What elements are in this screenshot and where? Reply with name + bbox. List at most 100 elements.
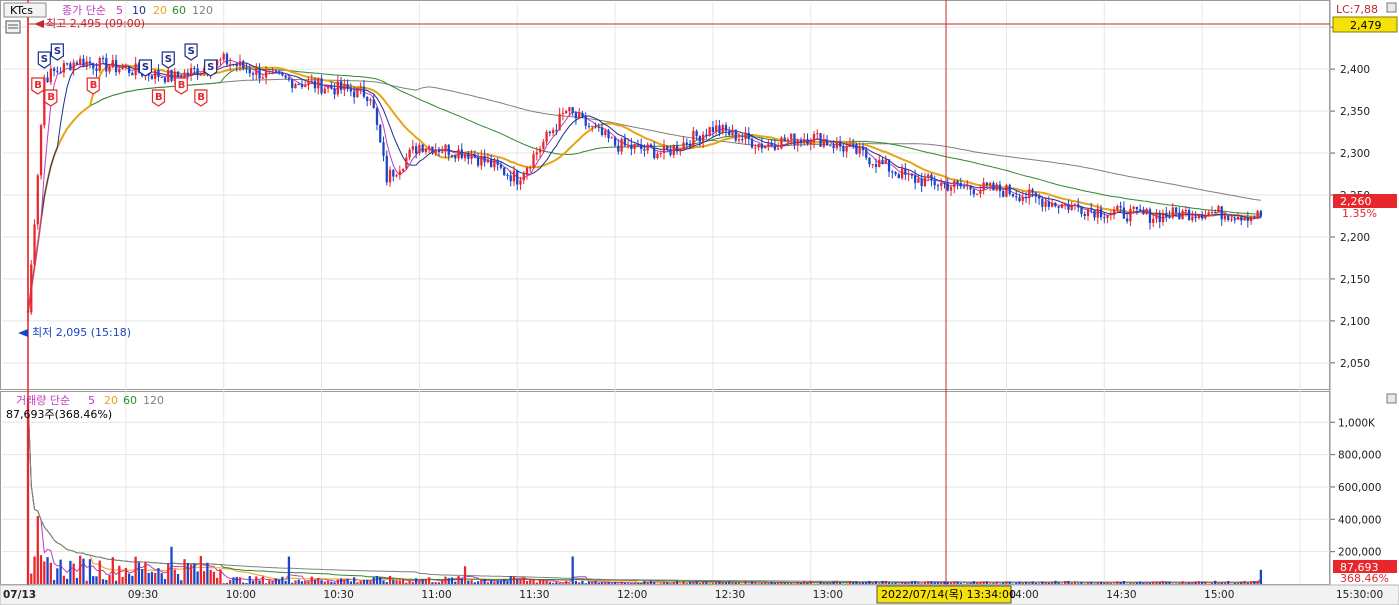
- candle-body: [424, 149, 428, 152]
- candle-body: [962, 186, 966, 188]
- volume-bar: [643, 580, 646, 584]
- volume-bar: [385, 582, 388, 584]
- volume-bar: [995, 581, 998, 584]
- candle-body: [30, 264, 33, 313]
- candle-body: [150, 75, 154, 79]
- candle-body: [525, 167, 529, 175]
- candle-body: [969, 185, 972, 190]
- volume-bar: [326, 580, 330, 584]
- volume-bar: [548, 582, 551, 584]
- candle-body: [401, 168, 405, 172]
- candle-body: [1204, 215, 1207, 219]
- candle-body: [382, 142, 385, 156]
- volume-bar: [630, 583, 633, 584]
- volume-bar: [812, 583, 816, 584]
- candle-body: [545, 131, 548, 142]
- candle-body: [1008, 184, 1011, 194]
- current-price-value: 2,479: [1350, 19, 1382, 32]
- candle-body: [881, 159, 884, 164]
- buy-signal-icon: B: [151, 89, 166, 107]
- candle-body: [372, 99, 375, 108]
- candle-body: [353, 91, 356, 98]
- candle-body: [1011, 193, 1015, 197]
- volume-bar: [607, 581, 610, 584]
- candle-body: [1005, 184, 1008, 197]
- candle-body: [310, 80, 313, 82]
- volume-bar: [705, 581, 708, 584]
- calendar-icon[interactable]: [5, 20, 21, 34]
- candle-body: [845, 146, 848, 152]
- volume-bar: [206, 562, 209, 584]
- volume-bar: [33, 556, 36, 584]
- candle-body: [85, 61, 88, 68]
- candle-body: [985, 182, 989, 186]
- volume-bar: [1220, 582, 1223, 584]
- volume-bar: [1236, 582, 1240, 584]
- candle-body: [777, 148, 780, 150]
- candle-body: [855, 144, 858, 154]
- volume-bar: [1096, 582, 1099, 584]
- candle-body: [874, 164, 878, 167]
- candle-body: [940, 182, 943, 186]
- candle-body: [1096, 208, 1099, 218]
- volume-bar: [189, 564, 193, 584]
- candle-body: [936, 185, 940, 187]
- volume-bar: [688, 581, 692, 584]
- candle-body: [649, 144, 653, 148]
- volume-bar: [167, 563, 170, 584]
- candle-body: [1256, 210, 1259, 219]
- candle-body: [623, 138, 627, 146]
- candle-body: [72, 62, 75, 71]
- volume-bar: [1204, 582, 1207, 584]
- time-tick-label: 07/13: [3, 589, 36, 601]
- candle-body: [385, 155, 388, 183]
- volume-bar: [418, 580, 421, 584]
- volume-bar: [633, 582, 636, 584]
- candle-body: [803, 139, 806, 143]
- candle-body: [920, 178, 923, 187]
- candle-body: [1109, 213, 1112, 216]
- volume-bar: [366, 579, 369, 584]
- candle-body: [578, 112, 581, 119]
- candle-body: [1236, 216, 1240, 220]
- candle-body: [1165, 213, 1168, 217]
- candle-body: [160, 76, 163, 78]
- volume-bar: [757, 583, 760, 584]
- volume-bar: [1187, 582, 1191, 584]
- candle-body: [790, 133, 793, 140]
- volume-bar: [1243, 580, 1246, 584]
- volume-bar: [268, 580, 271, 584]
- volume-bar: [1054, 580, 1057, 584]
- volume-bar: [1197, 581, 1201, 584]
- candle-body: [392, 169, 395, 177]
- price-tick-label: 2,300: [1340, 148, 1370, 160]
- candle-body: [56, 71, 59, 73]
- candle-body: [92, 63, 95, 69]
- volume-bar: [483, 578, 486, 584]
- volume-bar: [783, 582, 786, 584]
- time-tick-label: 15:30:00: [1336, 589, 1383, 601]
- volume-ma-5: 5: [88, 394, 95, 407]
- candle-body: [1086, 209, 1090, 216]
- volume-bar: [584, 583, 587, 584]
- volume-bar: [1041, 581, 1044, 584]
- volume-bar: [1148, 582, 1152, 584]
- volume-bar: [989, 583, 992, 584]
- volume-bar: [682, 581, 685, 584]
- candle-body: [760, 143, 763, 149]
- candle-body: [1077, 204, 1080, 208]
- stock-chart[interactable]: BSBSBSBSBSBS 2,0502,1002,1502,2002,2502,…: [0, 0, 1399, 605]
- candle-body: [457, 149, 460, 159]
- price-pane-scroll-button[interactable]: [1386, 2, 1397, 13]
- volume-bar: [441, 580, 444, 584]
- volume-pane-scroll-button[interactable]: [1386, 393, 1397, 404]
- candle-body: [767, 143, 770, 146]
- candle-body: [1158, 213, 1161, 223]
- volume-bar: [1112, 583, 1116, 584]
- volume-bar: [819, 581, 822, 584]
- price-tick-label: 2,100: [1340, 316, 1370, 328]
- candle-body: [842, 146, 845, 152]
- volume-bar: [649, 580, 653, 584]
- volume-bar: [610, 583, 613, 584]
- volume-bar: [82, 558, 85, 584]
